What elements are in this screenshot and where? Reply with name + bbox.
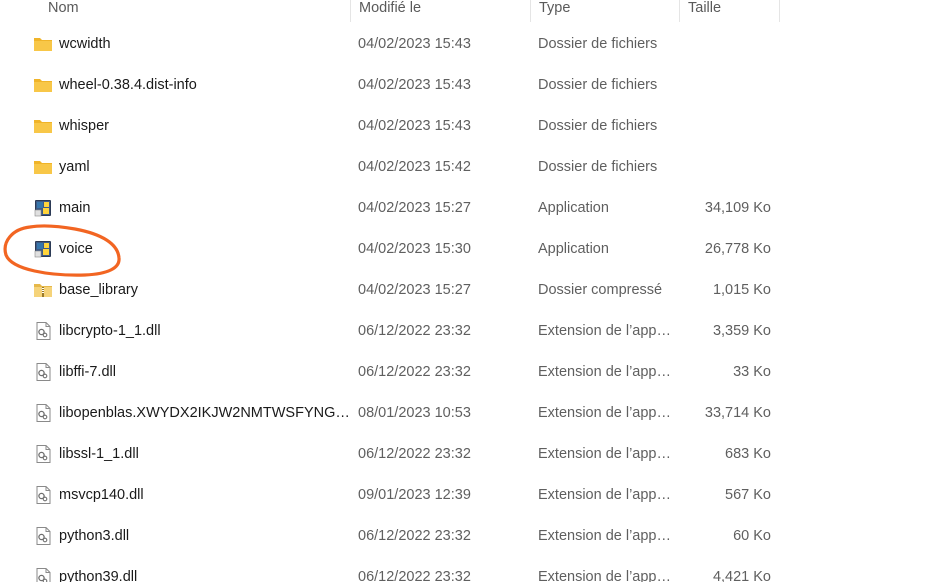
folder-icon	[33, 35, 53, 53]
file-size	[680, 65, 771, 106]
file-size: 33 Ko	[733, 364, 771, 380]
file-type: Extension de l’app…	[538, 323, 671, 339]
file-row-base-library[interactable]: base_library 04/02/2023 15:27 Dossier comp…	[0, 270, 943, 311]
dll-file-icon	[33, 568, 53, 582]
file-modified: 06/12/2022 23:32	[358, 446, 471, 462]
file-size: 60 Ko	[733, 528, 771, 544]
file-modified: 09/01/2023 12:39	[358, 487, 471, 503]
dll-file-icon	[33, 363, 53, 381]
file-name: libcrypto-1_1.dll	[59, 323, 161, 339]
file-size: 26,778 Ko	[704, 241, 771, 257]
file-row-libffi-7-dll[interactable]: libffi-7.dll 06/12/2022 23:32 Extension de…	[0, 352, 943, 393]
file-modified: 04/02/2023 15:27	[358, 282, 471, 298]
file-type: Extension de l’app…	[538, 364, 671, 380]
file-list: wcwidth 04/02/2023 15:43 Dossier de fichie…	[0, 24, 943, 582]
column-header-type[interactable]: Type	[531, 0, 680, 22]
column-header-size[interactable]: Taille	[680, 0, 780, 22]
file-row-yaml[interactable]: yaml 04/02/2023 15:42 Dossier de fichiers	[0, 147, 943, 188]
file-type: Application	[538, 241, 609, 257]
file-type: Extension de l’app…	[538, 405, 671, 421]
file-row-libssl-1-1-dll[interactable]: libssl-1_1.dll 06/12/2022 23:32 Extension …	[0, 434, 943, 475]
file-list-pane: Nom Modifié le Type Taille wcwidth 04/02/…	[0, 0, 943, 582]
file-modified: 04/02/2023 15:30	[358, 241, 471, 257]
file-modified: 04/02/2023 15:27	[358, 200, 471, 216]
file-row-main[interactable]: main 04/02/2023 15:27 Application 34,109 Ko	[0, 188, 943, 229]
file-row-libopenblas-xwydx2ikjw2nmtwsfyng[interactable]: libopenblas.XWYDX2IKJW2NMTWSFYNG… 08/01/2…	[0, 393, 943, 434]
file-name: base_library	[59, 282, 138, 298]
dll-file-icon	[33, 445, 53, 463]
file-size: 1,015 Ko	[712, 282, 771, 298]
column-header-bar: Nom Modifié le Type Taille	[0, 0, 943, 22]
dll-file-icon	[33, 322, 53, 340]
dll-file-icon	[33, 404, 53, 422]
file-modified: 04/02/2023 15:43	[358, 77, 471, 93]
file-size	[680, 106, 771, 147]
file-size: 33,714 Ko	[704, 405, 771, 421]
file-modified: 04/02/2023 15:42	[358, 159, 471, 175]
file-size	[680, 24, 771, 65]
file-row-voice[interactable]: voice 04/02/2023 15:30 Application 26,778 K…	[0, 229, 943, 270]
column-header-modified[interactable]: Modifié le	[351, 0, 531, 22]
file-type: Extension de l’app…	[538, 569, 671, 582]
file-name: voice	[59, 241, 93, 257]
file-row-whisper[interactable]: whisper 04/02/2023 15:43 Dossier de fichie…	[0, 106, 943, 147]
file-modified: 08/01/2023 10:53	[358, 405, 471, 421]
file-row-wcwidth[interactable]: wcwidth 04/02/2023 15:43 Dossier de fichie…	[0, 24, 943, 65]
python-app-icon	[33, 199, 53, 217]
file-type: Application	[538, 200, 609, 216]
file-name: msvcp140.dll	[59, 487, 144, 503]
file-modified: 06/12/2022 23:32	[358, 569, 471, 582]
folder-icon	[33, 76, 53, 94]
file-name: libssl-1_1.dll	[59, 446, 139, 462]
file-size: 4,421 Ko	[712, 569, 771, 582]
file-name: python39.dll	[59, 569, 138, 582]
file-size: 683 Ko	[725, 446, 771, 462]
file-type: Dossier de fichiers	[538, 77, 658, 93]
file-name: wheel-0.38.4.dist-info	[59, 77, 197, 93]
file-name: libffi-7.dll	[59, 364, 116, 380]
file-modified: 06/12/2022 23:32	[358, 364, 471, 380]
file-row-wheel-0-38-4-dist-info[interactable]: wheel-0.38.4.dist-info 04/02/2023 15:43 Do…	[0, 65, 943, 106]
file-row-python39-dll[interactable]: python39.dll 06/12/2022 23:32 Extension de…	[0, 557, 943, 582]
file-size: 3,359 Ko	[712, 323, 771, 339]
file-type: Dossier de fichiers	[538, 36, 658, 52]
dll-file-icon	[33, 486, 53, 504]
dll-file-icon	[33, 527, 53, 545]
column-header-name[interactable]: Nom	[40, 0, 351, 22]
file-type: Extension de l’app…	[538, 446, 671, 462]
file-name: libopenblas.XWYDX2IKJW2NMTWSFYNG…	[59, 405, 349, 421]
folder-icon	[33, 158, 53, 176]
file-modified: 06/12/2022 23:32	[358, 528, 471, 544]
file-row-msvcp140-dll[interactable]: msvcp140.dll 09/01/2023 12:39 Extension de…	[0, 475, 943, 516]
file-type: Extension de l’app…	[538, 528, 671, 544]
folder-icon	[33, 117, 53, 135]
file-modified: 04/02/2023 15:43	[358, 36, 471, 52]
file-type: Dossier compressé	[538, 282, 663, 298]
file-name: wcwidth	[59, 36, 111, 52]
python-app-icon	[33, 240, 53, 258]
file-name: main	[59, 200, 91, 216]
file-modified: 06/12/2022 23:32	[358, 323, 471, 339]
file-type: Dossier de fichiers	[538, 159, 658, 175]
file-name: python3.dll	[59, 528, 130, 544]
file-size: 567 Ko	[725, 487, 771, 503]
file-name: whisper	[59, 118, 109, 134]
zip-folder-icon	[33, 281, 53, 299]
file-row-python3-dll[interactable]: python3.dll 06/12/2022 23:32 Extension de …	[0, 516, 943, 557]
file-type: Extension de l’app…	[538, 487, 671, 503]
file-size	[680, 147, 771, 188]
file-row-libcrypto-1-1-dll[interactable]: libcrypto-1_1.dll 06/12/2022 23:32 Extensi…	[0, 311, 943, 352]
file-type: Dossier de fichiers	[538, 118, 658, 134]
file-size: 34,109 Ko	[704, 200, 771, 216]
file-name: yaml	[59, 159, 90, 175]
file-modified: 04/02/2023 15:43	[358, 118, 471, 134]
